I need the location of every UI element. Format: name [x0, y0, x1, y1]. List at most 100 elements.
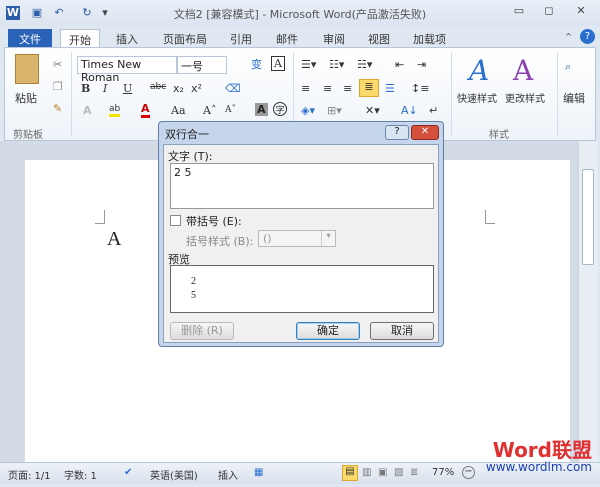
tab-references[interactable]: 引用: [222, 29, 260, 48]
vertical-scrollbar[interactable]: [578, 141, 598, 462]
zoom-level[interactable]: 77%: [432, 467, 454, 478]
find-icon[interactable]: ⌕: [565, 60, 571, 74]
macro-icon[interactable]: ▦: [254, 467, 263, 478]
bracket-style-select[interactable]: () ▾: [258, 230, 336, 247]
italic-button[interactable]: I: [103, 82, 107, 95]
bold-button[interactable]: B: [81, 82, 90, 95]
minimize-button[interactable]: ▭: [508, 4, 530, 20]
shading-button[interactable]: ◈▾: [301, 104, 315, 117]
outline-view-icon[interactable]: ▧: [394, 467, 403, 478]
chinese-layout-button[interactable]: ✕▾: [365, 104, 380, 117]
word-count[interactable]: 字数: 1: [64, 467, 97, 482]
text-input[interactable]: 2 5: [170, 163, 434, 209]
paste-button[interactable]: 粘贴: [15, 90, 37, 106]
align-center-button[interactable]: ≡: [323, 82, 332, 95]
bullets-button[interactable]: ☰▾: [301, 58, 316, 71]
tab-insert[interactable]: 插入: [108, 29, 146, 48]
print-layout-view-icon[interactable]: ▤: [342, 465, 358, 481]
editing-button[interactable]: 编辑: [563, 90, 585, 106]
restore-button[interactable]: ◻: [538, 4, 560, 20]
text-effects-button[interactable]: A: [83, 104, 92, 117]
shrink-font-button[interactable]: A˅: [225, 105, 236, 115]
preview-line: 5: [191, 290, 196, 301]
character-shading-button[interactable]: A: [255, 103, 268, 116]
language-indicator[interactable]: 英语(美国): [150, 467, 198, 482]
insert-mode[interactable]: 插入: [218, 467, 238, 482]
quick-styles-icon[interactable]: A: [469, 54, 489, 87]
separator: [451, 52, 452, 136]
clear-formatting-button[interactable]: ⌫: [225, 82, 241, 95]
multilevel-list-button[interactable]: ☵▾: [357, 58, 372, 71]
align-right-button[interactable]: ≡: [343, 82, 352, 95]
decrease-indent-button[interactable]: ⇤: [395, 58, 404, 71]
character-border-button[interactable]: A: [271, 56, 285, 71]
strikethrough-button[interactable]: abc: [150, 82, 166, 92]
bracket-style-value: (): [263, 232, 272, 245]
copy-icon[interactable]: ❐: [53, 80, 63, 93]
tab-page-layout[interactable]: 页面布局: [155, 29, 215, 48]
subscript-button[interactable]: x₂: [173, 82, 184, 95]
watermark: Word联盟 www.wordlm.com: [486, 440, 592, 474]
text-input-value: 2 5: [174, 166, 192, 179]
help-button[interactable]: ?: [385, 125, 409, 140]
cancel-button[interactable]: 取消: [370, 322, 434, 340]
numbering-button[interactable]: ☷▾: [329, 58, 344, 71]
format-painter-icon[interactable]: ✎: [53, 102, 62, 115]
dialog-close-button[interactable]: ✕: [411, 125, 439, 140]
delete-button[interactable]: 删除 (R): [170, 322, 234, 340]
increase-indent-button[interactable]: ⇥: [417, 58, 426, 71]
highlight-button[interactable]: ab: [109, 104, 121, 117]
bracket-checkbox-label: 带括号 (E):: [186, 215, 242, 228]
text-label: 文字 (T):: [168, 150, 213, 163]
ribbon-tabs: 文件 开始 插入 页面布局 引用 邮件 审阅 视图 加载项 ⌃ ?: [0, 26, 600, 48]
draft-view-icon[interactable]: ≣: [410, 467, 418, 478]
borders-button[interactable]: ⊞▾: [327, 104, 342, 117]
show-marks-button[interactable]: ↵: [429, 104, 438, 117]
superscript-button[interactable]: x²: [191, 82, 202, 95]
proofing-icon[interactable]: ✔: [124, 467, 132, 478]
web-layout-icon[interactable]: ▣: [378, 467, 387, 478]
styles-group-label: 样式: [489, 130, 509, 141]
collapse-ribbon-icon[interactable]: ⌃: [564, 31, 573, 44]
clipboard-group-label: 剪贴板: [13, 130, 43, 141]
cut-icon[interactable]: ✂: [53, 58, 62, 71]
tab-mailings[interactable]: 邮件: [268, 29, 306, 48]
sort-button[interactable]: A↓: [401, 104, 418, 117]
font-size-select[interactable]: 一号: [177, 56, 227, 74]
page-count[interactable]: 页面: 1/1: [8, 467, 51, 482]
quick-styles-button[interactable]: 快速样式: [457, 90, 497, 105]
underline-button[interactable]: U: [123, 82, 132, 95]
document-text: A: [107, 228, 122, 250]
paste-icon[interactable]: [15, 54, 39, 84]
close-button[interactable]: ✕: [570, 4, 592, 20]
font-name-select[interactable]: Times New Roman: [77, 56, 177, 84]
tab-home[interactable]: 开始: [60, 29, 100, 48]
change-case-button[interactable]: Aa: [171, 104, 186, 117]
scroll-thumb[interactable]: [582, 169, 594, 265]
separator: [557, 52, 558, 136]
phonetic-guide-button[interactable]: 变: [251, 56, 262, 72]
ok-button[interactable]: 确定: [296, 322, 360, 340]
tab-addins[interactable]: 加载项: [405, 29, 454, 48]
bracket-style-label: 括号样式 (B):: [186, 235, 254, 248]
separator: [71, 52, 72, 136]
align-left-button[interactable]: ≡: [301, 82, 310, 95]
change-styles-button[interactable]: 更改样式: [505, 90, 545, 105]
zoom-out-button[interactable]: −: [462, 466, 475, 479]
enclose-characters-button[interactable]: 字: [273, 102, 287, 116]
dialog-title: 双行合一: [165, 128, 209, 141]
justify-button[interactable]: ≣: [359, 79, 379, 97]
font-color-button[interactable]: A: [141, 102, 150, 118]
help-icon[interactable]: ?: [580, 29, 595, 44]
preview-box: 2 5: [170, 265, 434, 313]
line-spacing-button[interactable]: ↕≡: [411, 82, 429, 95]
tab-file[interactable]: 文件: [8, 29, 52, 48]
distributed-button[interactable]: ☰: [385, 82, 395, 95]
bracket-checkbox[interactable]: [170, 215, 181, 226]
tab-review[interactable]: 审阅: [315, 29, 353, 48]
preview-line: 2: [191, 276, 196, 287]
tab-view[interactable]: 视图: [360, 29, 398, 48]
grow-font-button[interactable]: A˄: [203, 104, 216, 117]
change-styles-icon[interactable]: A: [513, 54, 533, 87]
reading-view-icon[interactable]: ▥: [362, 467, 371, 478]
